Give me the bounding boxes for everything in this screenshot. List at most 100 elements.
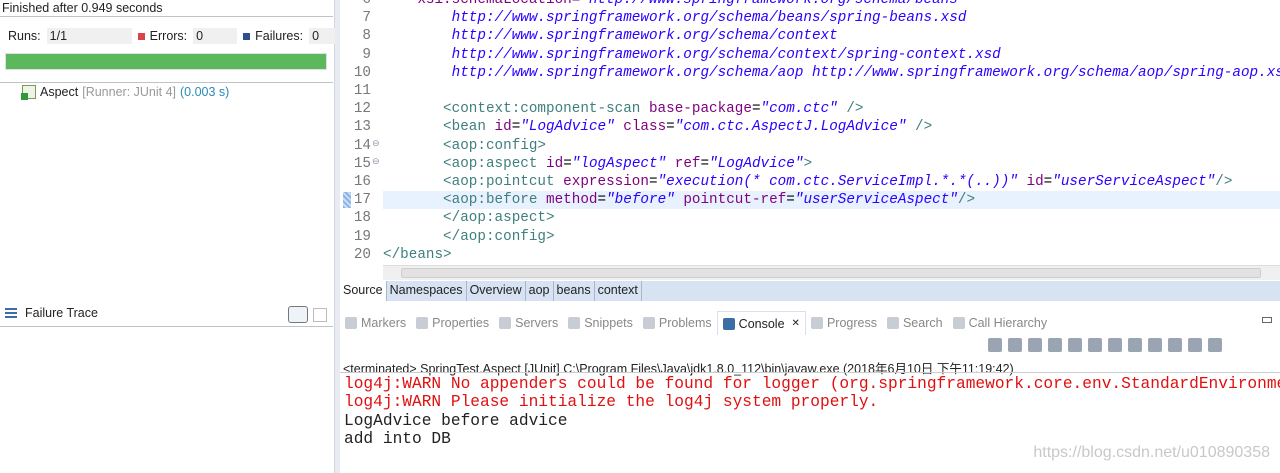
console-icon bbox=[722, 317, 735, 330]
code-token: = bbox=[563, 155, 572, 172]
code-token: > bbox=[803, 155, 813, 172]
junit-panel: Finished after 0.949 seconds Runs: 1/1 E… bbox=[0, 0, 356, 473]
remove-all-icon[interactable] bbox=[1048, 338, 1062, 352]
line-number: 16 bbox=[353, 174, 371, 190]
scroll-lock-icon[interactable] bbox=[1088, 338, 1102, 352]
code-token: http://www.springframework.org/schema/co… bbox=[383, 46, 1001, 63]
code-token: <aop:config> bbox=[383, 137, 547, 154]
tab-source[interactable]: Source bbox=[340, 281, 387, 301]
test-tree-item[interactable]: Aspect [Runner: JUnit 4] (0.003 s) bbox=[21, 85, 229, 100]
code-line[interactable]: </beans> bbox=[383, 246, 452, 264]
code-token: "logAspect" bbox=[571, 155, 667, 172]
show-on-stderr-icon[interactable] bbox=[1148, 338, 1162, 352]
code-line[interactable]: xsi:schemaLocation="http://www.springfra… bbox=[383, 0, 958, 9]
code-line[interactable]: <aop:aspect id="logAspect" ref="LogAdvic… bbox=[383, 155, 812, 173]
code-token: /> bbox=[957, 192, 976, 209]
code-token: "userServiceAspect" bbox=[1052, 174, 1216, 190]
line-number: 12 bbox=[353, 101, 371, 118]
code-token: = bbox=[700, 155, 710, 172]
relaunch-icon[interactable] bbox=[988, 338, 1002, 352]
code-token: "before" bbox=[606, 192, 675, 209]
line-number: 8 bbox=[362, 28, 371, 45]
line-number: 13 bbox=[353, 119, 371, 136]
minimize-icon[interactable] bbox=[1262, 317, 1272, 323]
tab-label: Progress bbox=[826, 316, 877, 330]
code-line[interactable]: <aop:before method="before" pointcut-ref… bbox=[383, 191, 975, 209]
code-token: class bbox=[614, 119, 667, 136]
close-icon[interactable]: ✕ bbox=[792, 318, 800, 329]
xml-editor[interactable]: 6 xsi:schemaLocation="http://www.springf… bbox=[340, 0, 1280, 265]
call-hierarchy-icon bbox=[952, 317, 965, 329]
compare-results-button[interactable] bbox=[313, 308, 327, 322]
console-line: LogAdvice before advice bbox=[344, 411, 568, 430]
code-token: = bbox=[751, 101, 761, 118]
pin-console-icon[interactable] bbox=[1168, 338, 1182, 352]
show-on-stdout-icon[interactable] bbox=[1128, 338, 1142, 352]
runs-label: Runs: bbox=[8, 29, 41, 43]
console-line: log4j:WARN No appenders could be found f… bbox=[344, 375, 1280, 393]
line-number: 17 bbox=[353, 192, 371, 209]
code-token: </aop:aspect> bbox=[383, 210, 555, 227]
word-wrap-icon[interactable] bbox=[1108, 338, 1122, 352]
display-console-icon[interactable] bbox=[1188, 338, 1202, 352]
tab-properties[interactable]: Properties bbox=[411, 311, 494, 335]
test-suite-passed-icon bbox=[21, 85, 36, 100]
tab-aop[interactable]: aop bbox=[526, 281, 554, 301]
terminate-icon[interactable] bbox=[1008, 338, 1022, 352]
code-token: </aop:config> bbox=[383, 228, 555, 245]
clear-console-icon[interactable] bbox=[1068, 338, 1082, 352]
tab-console[interactable]: Console ✕ bbox=[716, 311, 806, 335]
tab-call-hierarchy[interactable]: Call Hierarchy bbox=[948, 311, 1053, 335]
code-token: "LogAdvice" bbox=[520, 119, 615, 136]
tab-progress[interactable]: Progress bbox=[806, 311, 882, 335]
failure-trace-title: Failure Trace bbox=[25, 306, 98, 320]
progress-icon bbox=[810, 317, 823, 329]
code-line[interactable]: http://www.springframework.org/schema/co… bbox=[383, 27, 838, 45]
code-line[interactable]: <bean id="LogAdvice" class="com.ctc.Aspe… bbox=[383, 118, 932, 136]
code-line[interactable]: http://www.springframework.org/schema/ao… bbox=[383, 64, 1280, 82]
open-console-icon[interactable] bbox=[1208, 338, 1222, 352]
tab-snippets[interactable]: Snippets bbox=[563, 311, 638, 335]
fold-icon[interactable]: ⊖ bbox=[372, 139, 380, 149]
code-line[interactable]: http://www.springframework.org/schema/co… bbox=[383, 46, 1001, 64]
scrollbar-thumb[interactable] bbox=[401, 268, 1261, 278]
code-line[interactable]: </aop:aspect> bbox=[383, 209, 555, 227]
line-number: 10 bbox=[353, 64, 371, 81]
markers-icon bbox=[345, 317, 357, 329]
tab-problems[interactable]: Problems bbox=[638, 311, 717, 335]
remove-launch-icon[interactable] bbox=[1028, 338, 1042, 352]
watermark: https://blog.csdn.net/u010890358 bbox=[1033, 444, 1270, 461]
tab-context[interactable]: context bbox=[595, 281, 642, 301]
tab-search[interactable]: Search bbox=[882, 311, 948, 335]
tab-markers[interactable]: Markers bbox=[340, 311, 411, 335]
filter-stack-trace-button[interactable] bbox=[288, 306, 308, 323]
fold-icon[interactable]: ⊖ bbox=[372, 157, 380, 167]
tab-beans[interactable]: beans bbox=[554, 281, 595, 301]
code-token: base-package bbox=[648, 101, 752, 118]
code-line[interactable]: </aop:config> bbox=[383, 228, 555, 246]
tab-namespaces[interactable]: Namespaces bbox=[387, 281, 467, 301]
code-token: = bbox=[597, 192, 607, 209]
code-token: id bbox=[546, 155, 564, 172]
code-token: = bbox=[648, 174, 658, 190]
code-token: <aop:aspect bbox=[383, 155, 547, 172]
tab-servers[interactable]: Servers bbox=[494, 311, 563, 335]
code-line[interactable]: <aop:config> bbox=[383, 137, 546, 155]
view-tabs: Markers Properties Servers Snippets Problems… bbox=[340, 311, 1280, 335]
code-line[interactable]: <context:component-scan base-package="co… bbox=[383, 100, 863, 118]
code-token: http://www.springframework.org/schema/be… bbox=[383, 10, 967, 27]
tab-label: Servers bbox=[515, 316, 559, 330]
horizontal-scrollbar[interactable] bbox=[383, 265, 1280, 280]
code-line[interactable]: http://www.springframework.org/schema/be… bbox=[383, 9, 967, 27]
tab-label: Search bbox=[902, 316, 943, 330]
code-token: method bbox=[546, 192, 598, 209]
tab-overview[interactable]: Overview bbox=[467, 281, 526, 301]
code-line[interactable]: <aop:pointcut expression="execution(* co… bbox=[383, 173, 1232, 191]
servers-icon bbox=[499, 317, 512, 329]
code-token: "http://www.springframework.org/schema/b… bbox=[580, 0, 958, 8]
tab-label: Console bbox=[738, 316, 785, 331]
code-token: "LogAdvice" bbox=[709, 155, 804, 172]
line-number: 18 bbox=[353, 210, 371, 227]
test-name: Aspect bbox=[40, 85, 79, 99]
code-token: /> bbox=[1215, 174, 1233, 190]
